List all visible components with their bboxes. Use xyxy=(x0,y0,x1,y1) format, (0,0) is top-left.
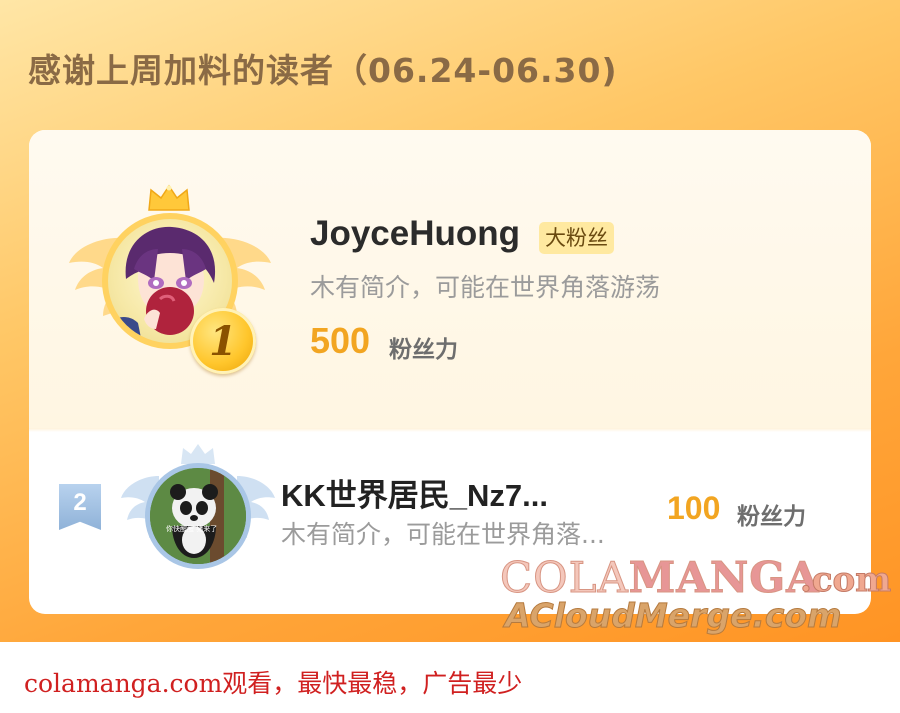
rank-2-ribbon-icon: 2 xyxy=(59,484,101,530)
rank-2-number: 2 xyxy=(73,489,87,516)
watermark-cola: COLA xyxy=(500,553,629,603)
top-reader-bio: 木有简介，可能在世界角落游荡 xyxy=(310,273,661,302)
banner-title: 感谢上周加料的读者（06.24-06.30) xyxy=(28,51,618,90)
second-reader-name[interactable]: KK世界居民_Nz7... xyxy=(281,470,548,515)
top-reader-score-unit: 粉丝力 xyxy=(389,337,458,363)
readers-card: 1 JoyceHuong 大粉丝 木有简介，可能在世界角落游荡 500 粉丝力 … xyxy=(29,130,871,614)
rank-1-number: 1 xyxy=(209,317,237,365)
fan-level-badge: 大粉丝 xyxy=(539,222,614,254)
second-reader-score: 100 xyxy=(667,490,721,526)
avatar-caption: 你快醒醒 猪来了 xyxy=(166,525,218,533)
watermark-colamanga: COLAMANGA xyxy=(500,553,820,603)
thanks-banner: 感谢上周加料的读者（06.24-06.30) 1 JoyceHuong 大粉丝 … xyxy=(0,0,900,642)
rank-1-medal-icon: 1 xyxy=(190,308,256,374)
crown-icon xyxy=(148,184,190,211)
divider xyxy=(29,428,871,432)
watermark-acloudmerge: ACloudMerge.com xyxy=(505,596,842,636)
second-reader-bio: 木有简介，可能在世界角落... xyxy=(281,520,605,549)
top-reader-name[interactable]: JoyceHuong xyxy=(310,214,520,254)
footer-ad-text[interactable]: colamanga.com观看，最快最稳，广告最少 xyxy=(24,664,522,700)
second-reader-avatar[interactable]: 你快醒醒 猪来了 xyxy=(145,463,251,569)
top-reader-score: 500 xyxy=(310,320,371,361)
watermark-dotcom: .com xyxy=(799,560,892,601)
panda-photo-illustration xyxy=(150,468,246,564)
second-reader-score-unit: 粉丝力 xyxy=(737,504,806,530)
watermark-manga: MANGA xyxy=(628,553,820,603)
